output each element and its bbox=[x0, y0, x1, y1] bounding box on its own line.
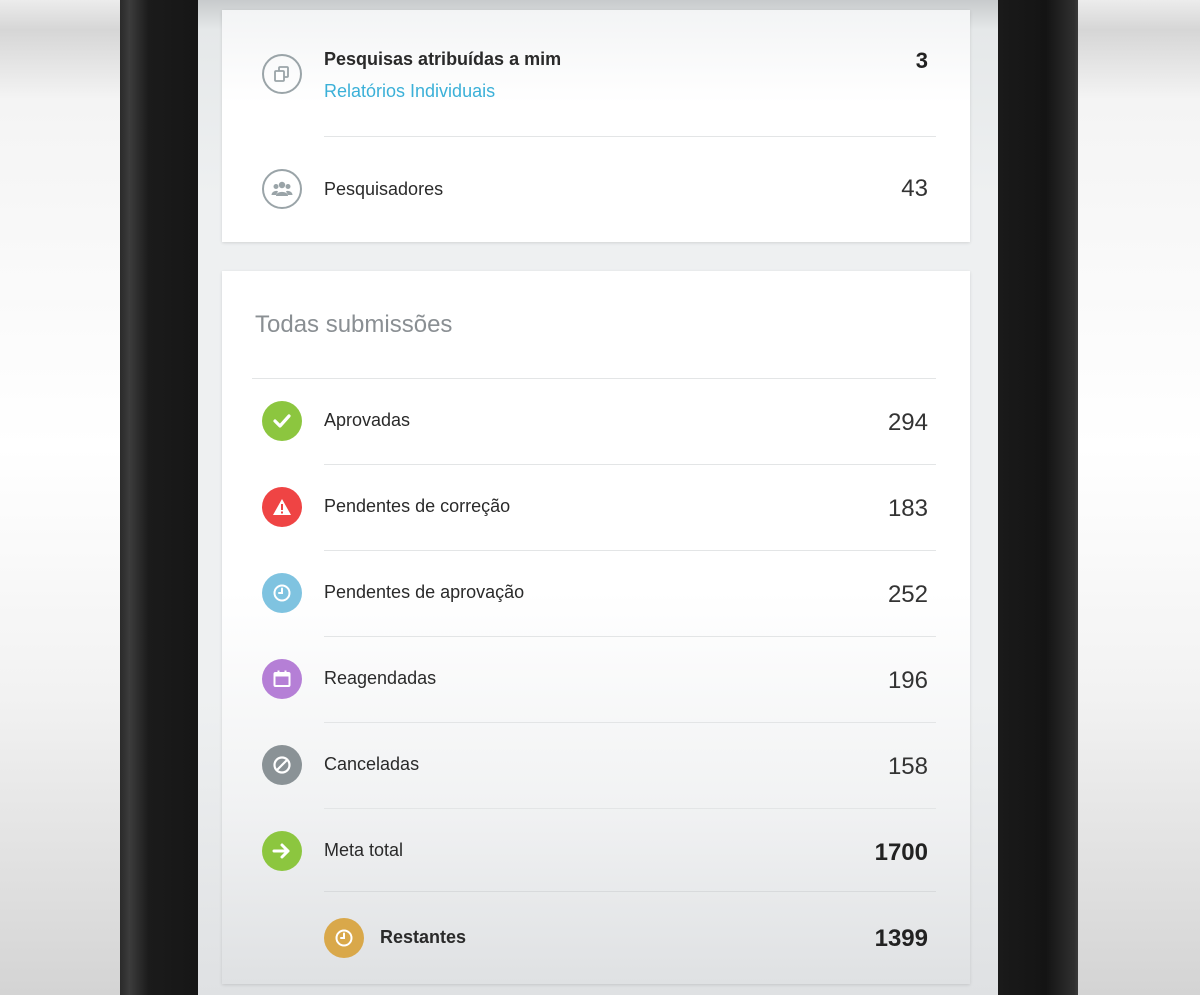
row-value: 294 bbox=[887, 409, 928, 436]
row-value: 252 bbox=[887, 581, 928, 608]
row-label: Pendentes de correção bbox=[324, 496, 511, 516]
submissions-card: Todas submissões Aprovadas 294 Pendentes… bbox=[222, 271, 970, 984]
arrow-right-icon bbox=[262, 831, 302, 871]
individual-reports-link[interactable]: Relatórios Individuais bbox=[324, 81, 495, 102]
assigned-surveys-row[interactable]: Pesquisas atribuídas a mim Relatórios In… bbox=[222, 10, 970, 136]
researchers-label: Pesquisadores bbox=[324, 179, 444, 199]
row-value: 1700 bbox=[874, 839, 928, 866]
clock-icon bbox=[262, 573, 302, 613]
pending-correction-row[interactable]: Pendentes de correção 183 bbox=[222, 465, 970, 550]
rescheduled-row[interactable]: Reagendadas 196 bbox=[222, 637, 970, 722]
assigned-surveys-count: 3 bbox=[915, 48, 928, 73]
section-title: Todas submissões bbox=[255, 311, 453, 338]
check-icon bbox=[262, 401, 302, 441]
row-label: Pendentes de aprovação bbox=[324, 582, 525, 602]
row-value: 1399 bbox=[874, 925, 928, 952]
calendar-icon bbox=[262, 659, 302, 699]
assigned-surveys-title: Pesquisas atribuídas a mim bbox=[324, 49, 562, 69]
row-label: Canceladas bbox=[324, 754, 420, 774]
summary-card: Pesquisas atribuídas a mim Relatórios In… bbox=[222, 10, 970, 242]
pending-approval-row[interactable]: Pendentes de aprovação 252 bbox=[222, 551, 970, 636]
row-label: Reagendadas bbox=[324, 668, 437, 688]
approved-row[interactable]: Aprovadas 294 bbox=[222, 379, 970, 464]
ban-icon bbox=[262, 745, 302, 785]
warning-icon bbox=[262, 487, 302, 527]
copy-icon bbox=[262, 54, 302, 94]
row-value: 158 bbox=[887, 753, 928, 780]
remaining-row[interactable]: Restantes 1399 bbox=[222, 892, 970, 982]
total-goal-row[interactable]: Meta total 1700 bbox=[222, 809, 970, 894]
row-value: 196 bbox=[887, 667, 928, 694]
row-label: Aprovadas bbox=[324, 410, 411, 430]
row-label: Meta total bbox=[324, 840, 404, 860]
researchers-count: 43 bbox=[901, 175, 928, 202]
researchers-row[interactable]: Pesquisadores 43 bbox=[222, 137, 970, 242]
row-value: 183 bbox=[887, 495, 928, 522]
row-label: Restantes bbox=[380, 927, 467, 947]
cancelled-row[interactable]: Canceladas 158 bbox=[222, 723, 970, 808]
clock-icon bbox=[324, 918, 364, 958]
group-icon bbox=[262, 169, 302, 209]
